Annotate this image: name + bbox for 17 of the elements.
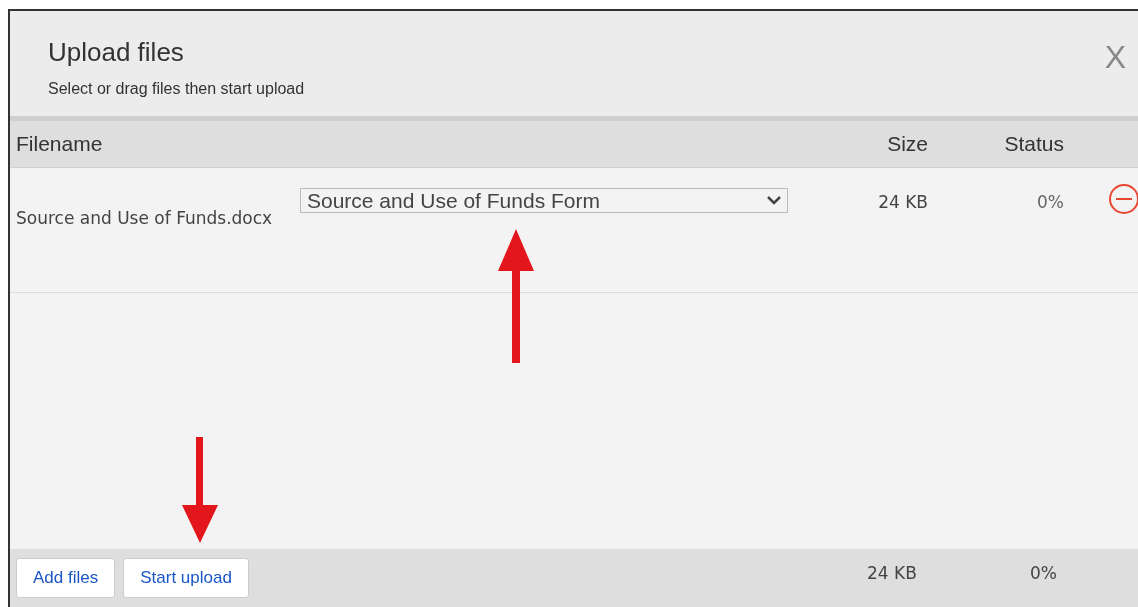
footer-button[interactable]: Add files <box>16 558 116 598</box>
size-cell-text: 24 KB <box>877 192 928 212</box>
total-status: 0% <box>1030 563 1057 583</box>
column-header: Status <box>1003 132 1064 156</box>
column-header: Filename <box>15 132 104 156</box>
chevron-down-icon <box>767 196 781 205</box>
down-arrow-icon <box>180 437 220 545</box>
status-cell-text: 0% <box>1036 192 1064 212</box>
dialog-subtitle: Select or drag files then start upload <box>48 80 305 98</box>
dialog-title: Upload files <box>48 37 184 68</box>
total-size: 24 KB <box>867 563 917 583</box>
remove-icon[interactable] <box>1108 184 1138 214</box>
up-arrow-icon <box>496 227 536 365</box>
filename-cell-text: Source and Use of Funds.docx <box>15 207 274 230</box>
footer-button[interactable]: Start upload <box>123 558 249 598</box>
document-type-dropdown[interactable]: Source and Use of Funds Form <box>300 188 788 213</box>
column-header: Size <box>886 132 928 156</box>
